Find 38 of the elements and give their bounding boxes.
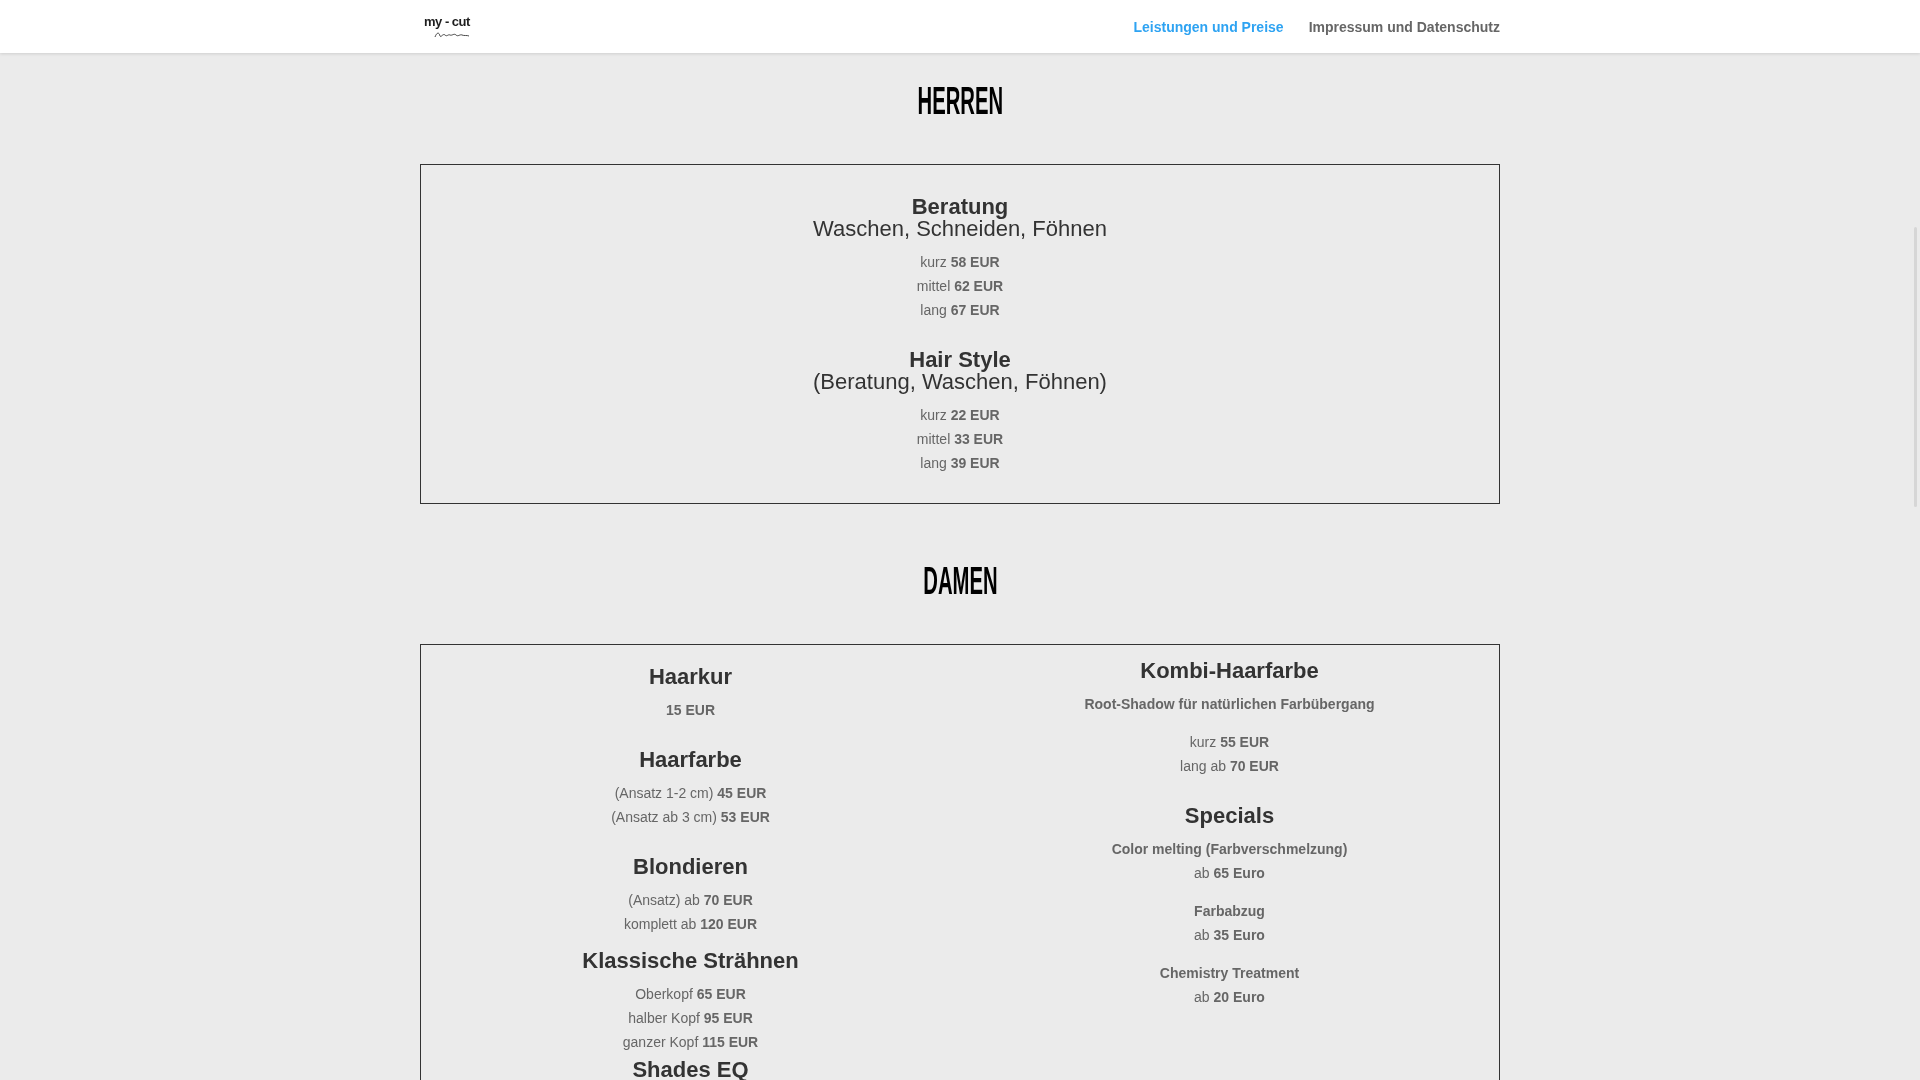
price-line: lang ab 70 EUR <box>1180 757 1279 776</box>
section-title: HERREN <box>917 81 1003 120</box>
price-line: ab 35 Euro <box>1194 926 1265 945</box>
logo-link[interactable]: my - cut <box>420 12 474 41</box>
price-line: mittel 62 EUR <box>916 277 1004 296</box>
price-line: komplett ab 120 EUR <box>623 915 758 934</box>
price-line: mittel 33 EUR <box>916 430 1004 449</box>
service-note: Root-Shadow für natürlichen Farbübergang <box>1084 695 1375 714</box>
price-line: (Ansatz) ab 70 EUR <box>628 891 753 910</box>
service-title: Kombi-Haarfarbe <box>1140 660 1319 682</box>
service-note: 15 EUR <box>666 701 715 720</box>
price-line: ab 65 Euro <box>1194 864 1265 883</box>
service-title: Specials <box>1184 805 1275 827</box>
price-line: kurz 22 EUR <box>920 406 1000 425</box>
price-line: ganzer Kopf 115 EUR <box>622 1033 759 1052</box>
service-title: Haarkur <box>648 666 733 688</box>
service-title: Hair Style <box>909 349 1011 371</box>
service-subtitle: (Beratung, Waschen, Föhnen) <box>813 371 1107 393</box>
signature-icon <box>434 30 470 39</box>
price-line: kurz 55 EUR <box>1189 733 1270 752</box>
service-note: Color melting (Farbverschmelzung) <box>1111 840 1348 859</box>
service-title: Klassische Strähnen <box>582 950 799 972</box>
service-note: Farbabzug <box>1194 902 1265 921</box>
price-line: (Ansatz ab 3 cm) 53 EUR <box>611 808 770 827</box>
price-line: (Ansatz 1-2 cm) 45 EUR <box>614 784 767 803</box>
section-title: DAMEN <box>922 561 998 600</box>
price-line: kurz 58 EUR <box>920 253 1000 272</box>
service-subtitle: Waschen, Schneiden, Föhnen <box>813 218 1107 240</box>
service-note: Chemistry Treatment <box>1159 964 1300 983</box>
price-line: lang 39 EUR <box>920 454 1000 473</box>
service-title: Haarfarbe <box>639 749 742 771</box>
service-title: Beratung <box>911 196 1009 218</box>
price-line: ab 20 Euro <box>1194 988 1265 1007</box>
price-line: lang 67 EUR <box>920 301 1000 320</box>
service-title: Blondieren <box>633 856 748 878</box>
price-line: halber Kopf 95 EUR <box>628 1009 753 1028</box>
price-line: Oberkopf 65 EUR <box>635 985 746 1004</box>
nav-link[interactable]: Impressum und Datenschutz <box>1308 17 1500 36</box>
